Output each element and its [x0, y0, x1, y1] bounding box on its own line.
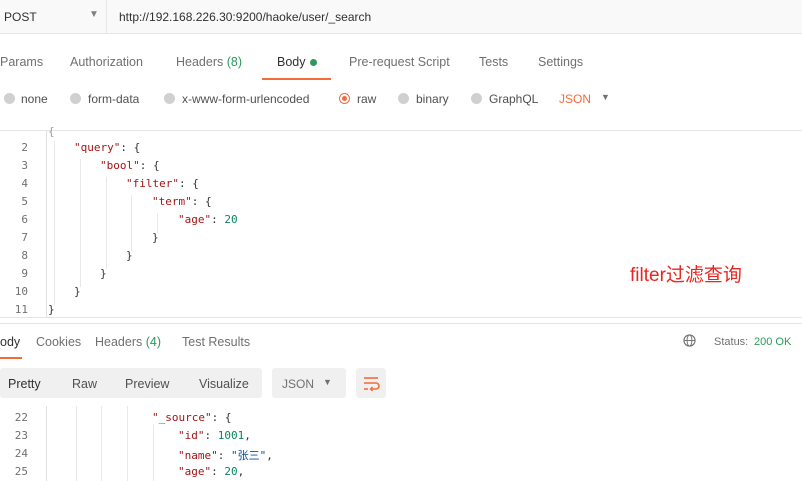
view-visualize-button[interactable]: Visualize — [199, 377, 249, 391]
indent-guide — [54, 141, 55, 305]
view-pretty-button[interactable]: Pretty — [8, 377, 41, 391]
chevron-down-icon: ▼ — [323, 377, 332, 387]
response-body-viewer[interactable]: 22 23 24 25 "_source": { "id": 1001, "na… — [0, 406, 802, 481]
radio-form-data[interactable] — [70, 93, 81, 104]
code-line: } — [126, 249, 133, 262]
response-divider — [0, 323, 802, 324]
tab-params[interactable]: Params — [0, 55, 43, 69]
indent-guide — [157, 213, 158, 233]
method-select[interactable]: POST ▼ — [0, 0, 107, 34]
status-label: Status: — [714, 336, 749, 348]
chevron-down-icon: ▼ — [89, 9, 99, 20]
line-number: 5 — [21, 195, 28, 208]
line-number: 6 — [21, 213, 28, 226]
request-body-editor[interactable]: { 2 3 4 5 6 7 8 9 10 11 "query": { "bool… — [0, 125, 802, 318]
response-tab-headers[interactable]: Headers (4) — [95, 335, 161, 349]
line-number: 24 — [14, 447, 28, 460]
line-number: 23 — [14, 429, 28, 442]
line-number: 3 — [21, 159, 28, 172]
wrap-lines-icon — [364, 377, 380, 392]
wrap-lines-button[interactable] — [356, 368, 386, 398]
editor-gutter-divider — [46, 131, 47, 317]
response-tab-headers-count: (4) — [145, 335, 162, 349]
line-number: 22 — [14, 411, 28, 424]
code-line: "age": 20, — [178, 465, 245, 478]
line-number: 10 — [14, 285, 28, 298]
code-line: } — [48, 303, 55, 316]
tab-authorization[interactable]: Authorization — [70, 55, 143, 69]
response-format-label: JSON — [282, 377, 315, 391]
radio-graphql-label: GraphQL — [489, 92, 539, 106]
code-line: "age": 20 — [178, 213, 238, 226]
response-tab-cookies[interactable]: Cookies — [36, 335, 81, 349]
code-line: "bool": { — [100, 159, 160, 172]
response-gutter-divider — [46, 406, 47, 481]
radio-x-www-form-urlencoded-label: x-www-form-urlencoded — [182, 92, 310, 106]
radio-graphql[interactable] — [471, 93, 482, 104]
indent-guide — [131, 195, 132, 251]
modified-dot-icon — [309, 59, 317, 67]
tab-body-label: Body — [277, 55, 306, 69]
radio-binary[interactable] — [398, 93, 409, 104]
radio-raw-label: raw — [357, 92, 377, 106]
code-line: "term": { — [152, 195, 212, 208]
annotation-text: filter过滤查询 — [630, 265, 742, 286]
radio-x-www-form-urlencoded[interactable] — [164, 93, 175, 104]
active-response-tab-indicator — [0, 357, 22, 359]
code-line: "_source": { — [152, 411, 232, 424]
method-label: POST — [4, 10, 37, 24]
response-tab-body[interactable]: ody — [0, 335, 20, 349]
status-value[interactable]: 200 OK — [754, 336, 791, 348]
radio-none[interactable] — [4, 93, 15, 104]
tab-tests[interactable]: Tests — [479, 55, 508, 69]
tab-settings[interactable]: Settings — [538, 55, 583, 69]
code-line: "name": "张三", — [178, 449, 273, 462]
tab-headers-count: (8) — [226, 55, 243, 69]
indent-guide — [101, 406, 102, 481]
view-raw-button[interactable]: Raw — [72, 377, 97, 391]
active-tab-indicator — [262, 78, 331, 80]
code-line: "filter": { — [126, 177, 199, 190]
indent-guide — [80, 159, 81, 287]
indent-guide — [153, 424, 154, 481]
radio-raw[interactable] — [339, 93, 350, 104]
line-number: 4 — [21, 177, 28, 190]
indent-guide — [76, 406, 77, 481]
line-number: 7 — [21, 231, 28, 244]
radio-binary-label: binary — [416, 92, 449, 106]
line-number: 8 — [21, 249, 28, 262]
indent-guide — [106, 177, 107, 269]
line-number: 2 — [21, 141, 28, 154]
view-preview-button[interactable]: Preview — [125, 377, 169, 391]
body-format-select[interactable]: JSON — [559, 92, 591, 106]
line-number: 11 — [14, 303, 28, 316]
tab-body[interactable]: Body — [277, 55, 317, 69]
code-line: } — [74, 285, 81, 298]
tab-pre-request-script[interactable]: Pre-request Script — [349, 55, 450, 69]
globe-icon[interactable] — [683, 334, 696, 347]
radio-form-data-label: form-data — [88, 92, 140, 106]
response-tab-test-results[interactable]: Test Results — [182, 335, 250, 349]
code-line: } — [152, 231, 159, 244]
tab-headers-label: Headers — [176, 55, 224, 69]
url-bar: POST ▼ http://192.168.226.30:9200/haoke/… — [0, 0, 802, 34]
code-line: } — [100, 267, 107, 280]
code-line: "id": 1001, — [178, 429, 251, 442]
response-tab-headers-label: Headers — [95, 335, 143, 349]
code-line: "query": { — [74, 141, 141, 154]
indent-guide — [127, 406, 128, 481]
fold-marker: { — [48, 125, 55, 138]
radio-none-label: none — [21, 92, 48, 106]
url-text: http://192.168.226.30:9200/haoke/user/_s… — [119, 10, 372, 24]
url-input[interactable]: http://192.168.226.30:9200/haoke/user/_s… — [107, 0, 802, 34]
tab-headers[interactable]: Headers (8) — [176, 55, 242, 69]
line-number: 25 — [14, 465, 28, 478]
chevron-down-icon[interactable]: ▼ — [601, 92, 610, 102]
line-number: 9 — [21, 267, 28, 280]
